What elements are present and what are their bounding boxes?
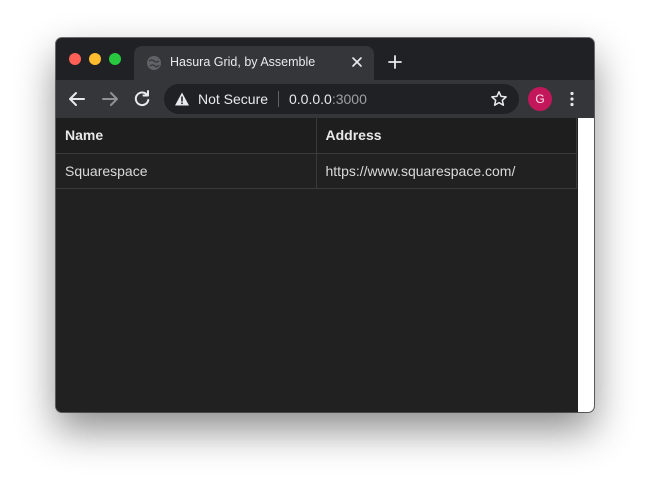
omnibox-divider xyxy=(278,91,279,107)
minimize-window-button[interactable] xyxy=(89,53,101,65)
url-port: :3000 xyxy=(331,91,367,107)
security-label[interactable]: Not Secure xyxy=(198,91,268,107)
warning-icon[interactable] xyxy=(174,91,190,107)
data-grid: Name Address Squarespace https://www.squ… xyxy=(56,118,577,189)
tab-active[interactable]: Hasura Grid, by Assemble xyxy=(134,46,374,80)
back-arrow-icon[interactable] xyxy=(68,90,86,108)
cell-address[interactable]: https://www.squarespace.com/ xyxy=(316,153,577,189)
tab-title: Hasura Grid, by Assemble xyxy=(170,55,316,69)
plus-icon[interactable] xyxy=(387,54,403,70)
cell-name[interactable]: Squarespace xyxy=(56,153,317,189)
column-header-name[interactable]: Name xyxy=(56,118,317,154)
column-header-address[interactable]: Address xyxy=(316,118,577,154)
close-window-button[interactable] xyxy=(69,53,81,65)
favicon-globe-icon xyxy=(147,56,161,70)
header-row: Name Address xyxy=(56,118,577,154)
star-icon[interactable] xyxy=(490,90,508,108)
url-text[interactable]: 0.0.0.0:3000 xyxy=(289,91,367,107)
page-content: Name Address Squarespace https://www.squ… xyxy=(56,118,594,412)
browser-window: Hasura Grid, by Assemble Not Secure 0.0.… xyxy=(56,38,594,412)
maximize-window-button[interactable] xyxy=(109,53,121,65)
kebab-menu-icon[interactable] xyxy=(563,90,581,108)
forward-arrow-icon[interactable] xyxy=(101,90,119,108)
tab-strip: Hasura Grid, by Assemble xyxy=(56,38,594,80)
url-host: 0.0.0.0 xyxy=(289,91,332,107)
profile-avatar[interactable]: G xyxy=(528,87,552,111)
browser-toolbar: Not Secure 0.0.0.0:3000 G xyxy=(56,80,594,118)
address-bar[interactable]: Not Secure 0.0.0.0:3000 xyxy=(164,84,519,114)
table-row[interactable]: Squarespace https://www.squarespace.com/ xyxy=(56,153,577,189)
reload-icon[interactable] xyxy=(133,90,151,108)
scrollbar[interactable] xyxy=(578,118,594,412)
close-icon[interactable] xyxy=(350,55,364,69)
